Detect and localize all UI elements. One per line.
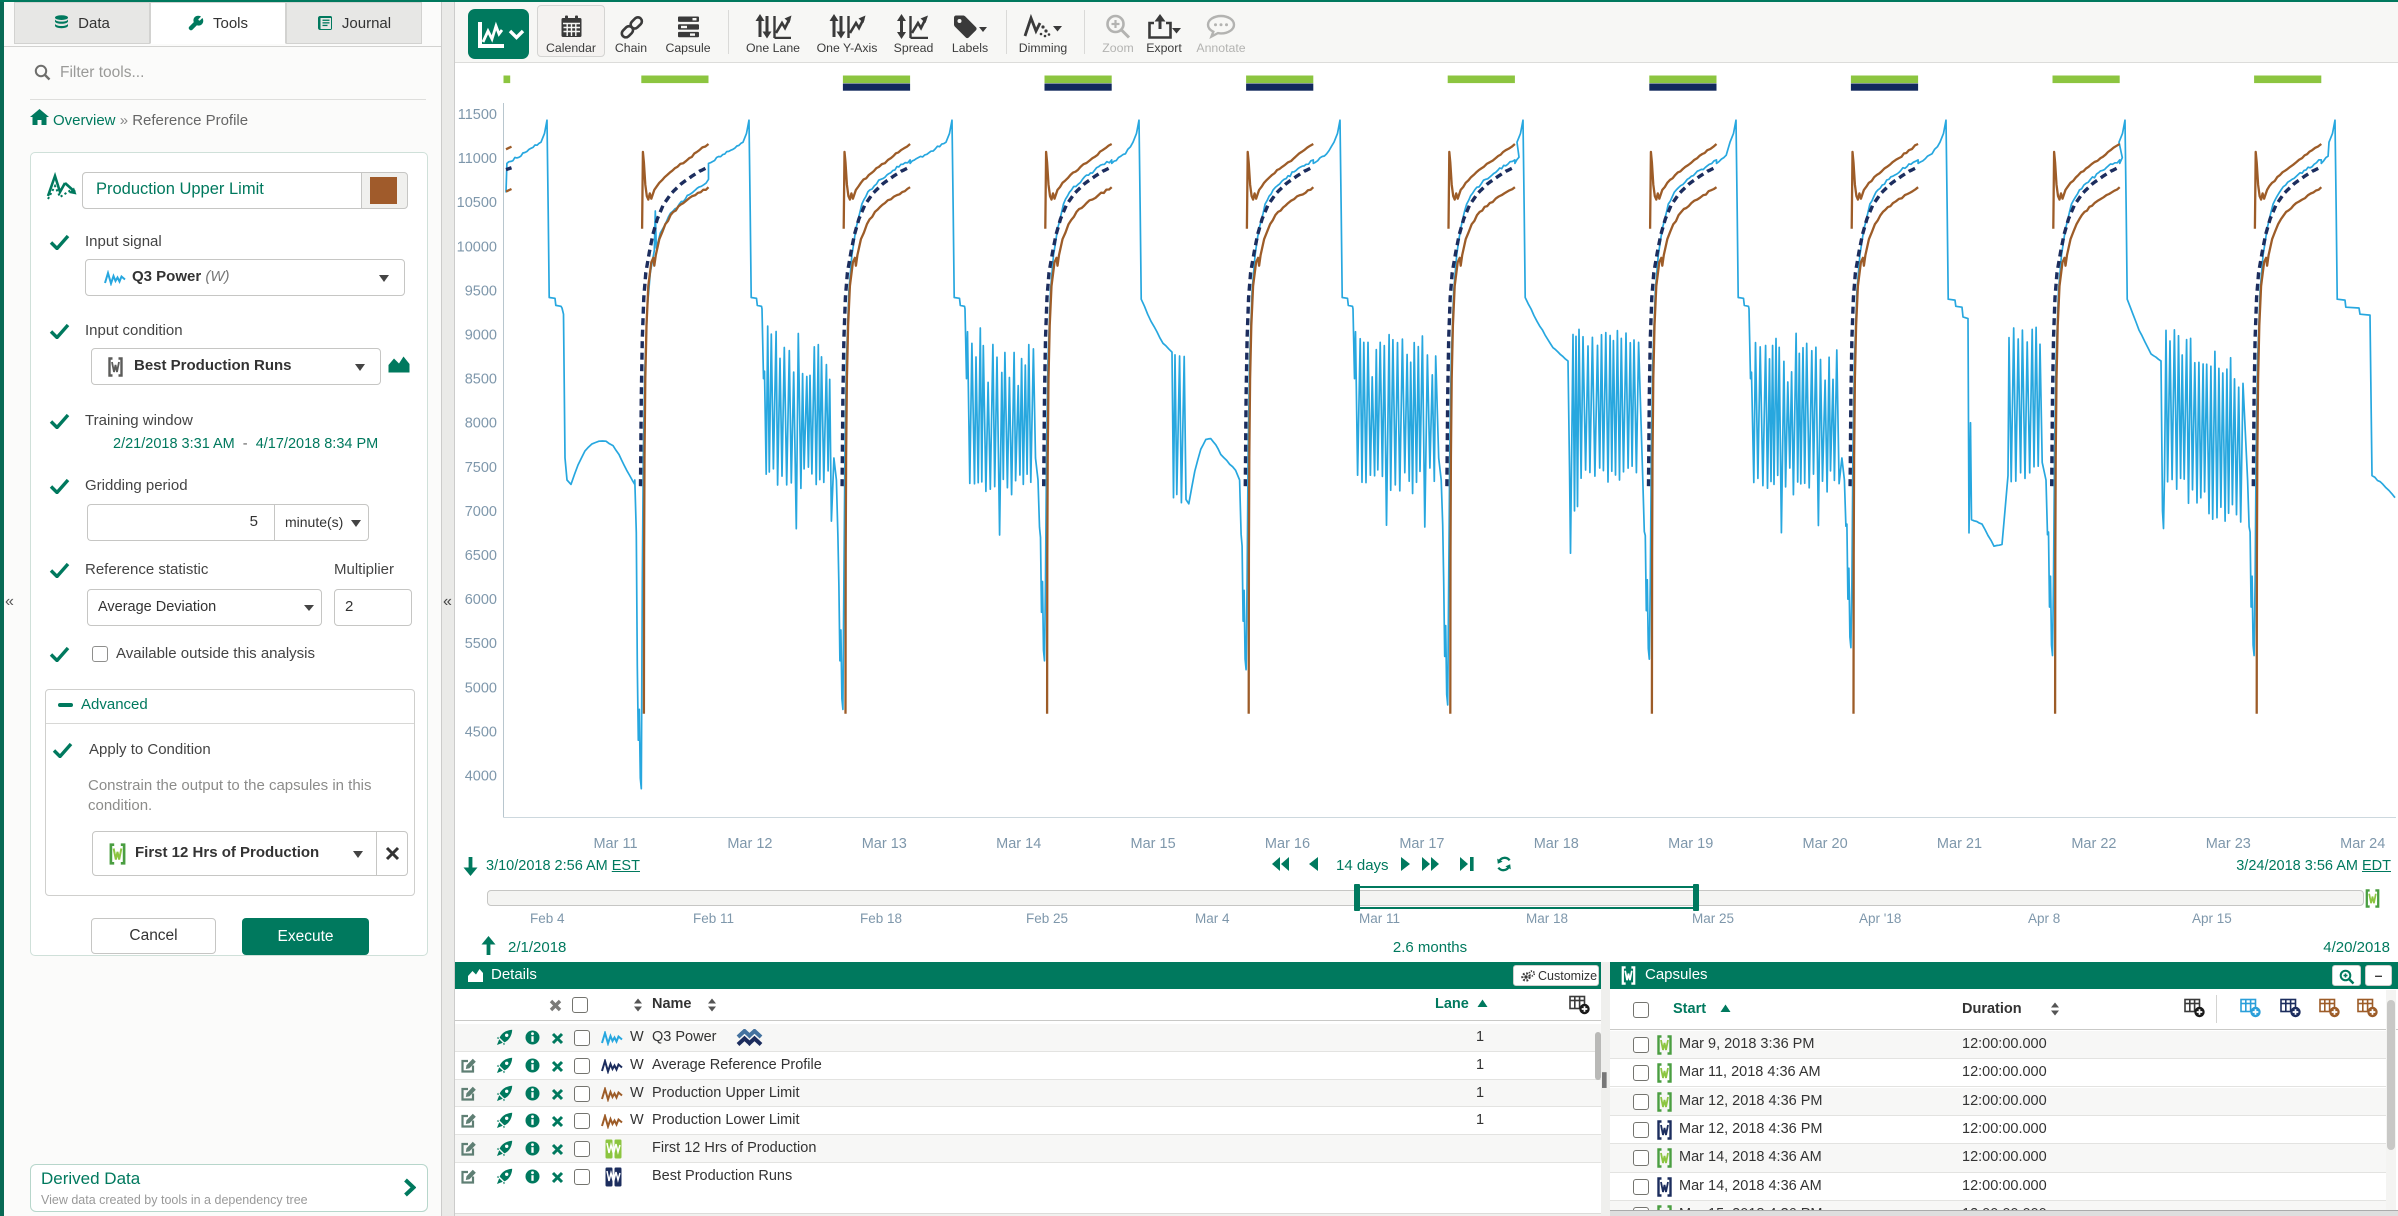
svg-text:10500: 10500 [457,195,497,211]
svg-text:Mar 11: Mar 11 [593,836,637,852]
svg-text:6000: 6000 [465,592,497,608]
svg-text:4000: 4000 [465,769,497,785]
svg-text:5500: 5500 [465,636,497,652]
svg-text:Mar 16: Mar 16 [1265,836,1310,852]
svg-text:Mar 23: Mar 23 [2206,836,2251,852]
svg-text:Mar 24: Mar 24 [2340,836,2385,852]
svg-text:Mar 18: Mar 18 [1534,836,1579,852]
svg-text:Mar 12: Mar 12 [727,836,772,852]
svg-text:7000: 7000 [465,504,497,520]
svg-text:Mar 13: Mar 13 [862,836,907,852]
svg-text:Mar 14: Mar 14 [996,836,1041,852]
svg-text:9000: 9000 [465,328,497,344]
svg-text:7500: 7500 [465,460,497,476]
svg-text:9500: 9500 [465,283,497,299]
svg-text:Mar 15: Mar 15 [1131,836,1176,852]
svg-text:8500: 8500 [465,372,497,388]
svg-text:Mar 22: Mar 22 [2071,836,2116,852]
svg-text:11000: 11000 [458,151,497,167]
svg-text:4500: 4500 [465,724,497,740]
svg-text:Mar 17: Mar 17 [1399,836,1444,852]
svg-text:Mar 20: Mar 20 [1803,836,1848,852]
svg-text:6500: 6500 [465,548,497,564]
svg-text:Mar 19: Mar 19 [1668,836,1713,852]
svg-text:11500: 11500 [458,107,497,123]
svg-text:8000: 8000 [465,416,497,432]
svg-text:Mar 21: Mar 21 [1937,836,1982,852]
svg-text:5000: 5000 [465,680,497,696]
svg-text:10000: 10000 [457,239,497,255]
